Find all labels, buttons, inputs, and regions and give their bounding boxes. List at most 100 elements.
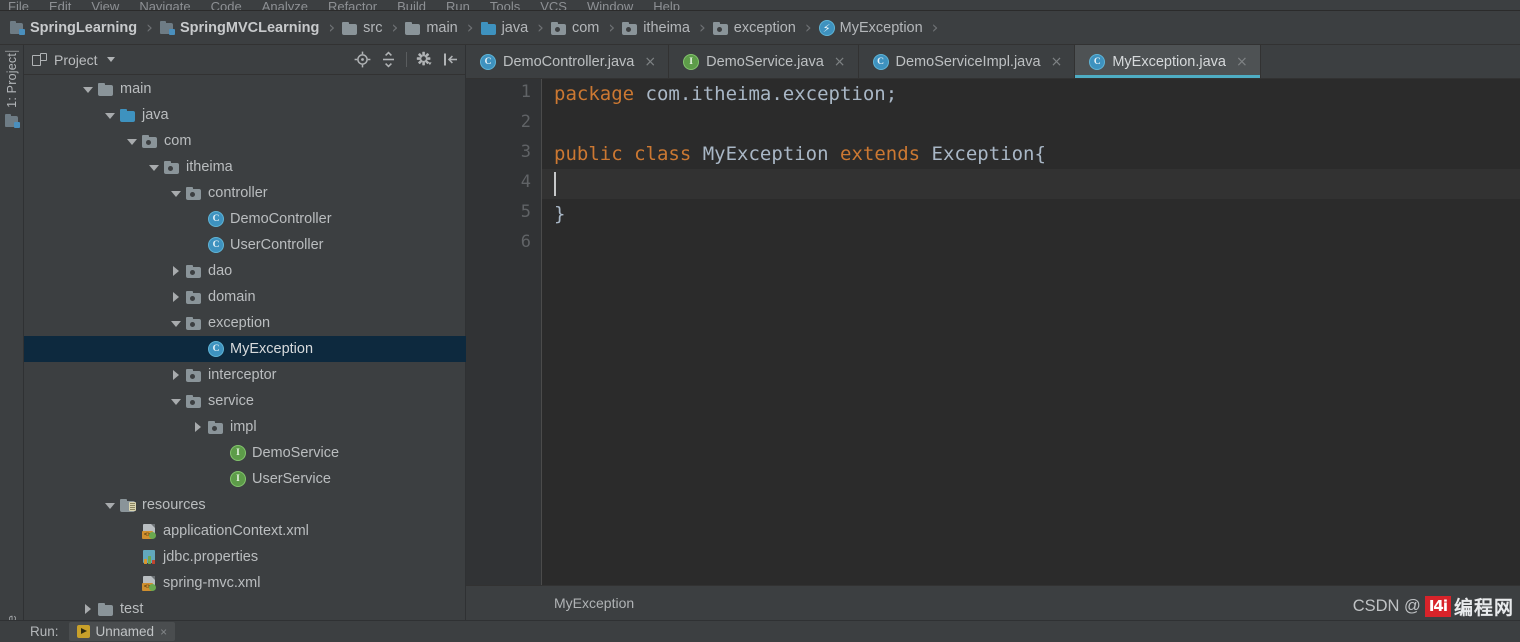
line-number: 5 [520, 202, 531, 222]
breadcrumb-item-src[interactable]: src [340, 12, 384, 44]
editor-footer-breadcrumb[interactable]: MyException [554, 595, 634, 611]
tree-node[interactable]: I UserService [24, 466, 466, 492]
chevron-right-icon[interactable] [192, 421, 204, 433]
tree-node[interactable]: exception [24, 310, 466, 336]
breadcrumb-item-label: exception [733, 20, 796, 36]
menu-item-help[interactable]: Help [653, 0, 680, 10]
chevron-down-icon[interactable] [126, 135, 138, 147]
close-icon[interactable]: × [834, 55, 846, 69]
menu-item-run[interactable]: Run [446, 0, 470, 10]
editor-tab-demoservice[interactable]: I DemoService.java × [669, 45, 859, 78]
breadcrumb-item-itheima[interactable]: itheima [620, 12, 692, 44]
code-lines[interactable]: package com.itheima.exception; public cla… [542, 79, 1520, 585]
code-line[interactable]: public class MyException extends Excepti… [542, 139, 1520, 169]
tree-node[interactable]: main [24, 76, 466, 102]
close-icon[interactable]: × [1236, 55, 1248, 69]
tree-node[interactable]: <> spring-mvc.xml [24, 570, 466, 596]
tree-node[interactable]: resources [24, 492, 466, 518]
code-line[interactable]: } [542, 199, 1520, 229]
settings-gear-icon[interactable] [416, 51, 433, 68]
line-number: 1 [520, 82, 531, 102]
chevron-right-icon[interactable] [82, 603, 94, 615]
breadcrumb-item-main[interactable]: main [403, 12, 459, 44]
tree-node[interactable]: java [24, 102, 466, 128]
menu-item-file[interactable]: File [8, 0, 29, 10]
intellij-window: File Edit View Navigate Code Analyze Refactor B… [0, 0, 1520, 642]
source-folder-icon [120, 108, 136, 122]
tree-node[interactable]: com [24, 128, 466, 154]
menu-item-refactor[interactable]: Refactor [328, 0, 377, 10]
close-icon[interactable]: × [160, 625, 167, 639]
locate-target-icon[interactable] [354, 51, 371, 68]
code-line[interactable] [542, 109, 1520, 139]
package-icon [208, 420, 224, 434]
line-number: 6 [520, 232, 531, 252]
code-line[interactable] [542, 169, 1520, 199]
breadcrumb-item-springlearning[interactable]: SpringLearning [8, 12, 139, 44]
tree-node[interactable]: jdbc.properties [24, 544, 466, 570]
chevron-down-icon[interactable] [170, 187, 182, 199]
tree-node[interactable]: dao [24, 258, 466, 284]
editor-tab-democontroller[interactable]: C DemoController.java × [466, 45, 670, 78]
tree-node[interactable]: C DemoController [24, 206, 466, 232]
tree-node[interactable]: I DemoService [24, 440, 466, 466]
chevron-right-icon[interactable] [170, 369, 182, 381]
chevron-down-icon[interactable] [106, 57, 115, 62]
chevron-down-icon[interactable] [170, 317, 182, 329]
chevron-down-icon[interactable] [104, 499, 116, 511]
chevron-down-icon[interactable] [170, 395, 182, 407]
folder-icon [405, 21, 421, 35]
breadcrumb-item-myexception[interactable]: ⚡ MyException [817, 12, 925, 44]
tree-node[interactable]: domain [24, 284, 466, 310]
breadcrumb-item-springmvclearning[interactable]: SpringMVCLearning [158, 12, 321, 44]
menu-item-code[interactable]: Code [211, 0, 242, 10]
menu-item-vcs[interactable]: VCS [540, 0, 567, 10]
menu-item-navigate[interactable]: Navigate [139, 0, 190, 10]
tree-node[interactable]: itheima [24, 154, 466, 180]
interface-icon: I [230, 471, 246, 487]
editor-tab-myexception[interactable]: C MyException.java × [1075, 45, 1261, 78]
menu-item-edit[interactable]: Edit [49, 0, 71, 10]
breadcrumb-item-com[interactable]: com [549, 12, 601, 44]
tree-node-selected[interactable]: C MyException [24, 336, 466, 362]
code-editor[interactable]: 1 2 3 4 5 6 package com.itheima.exception; pub… [466, 79, 1520, 585]
menu-item-analyze[interactable]: Analyze [262, 0, 308, 10]
tree-node[interactable]: <> applicationContext.xml [24, 518, 466, 544]
folder-icon [98, 602, 114, 616]
editor-tab-demoserviceimpl[interactable]: C DemoServiceImpl.java × [859, 45, 1076, 78]
chevron-right-icon[interactable] [170, 291, 182, 303]
tree-node[interactable]: controller [24, 180, 466, 206]
editor-gutter[interactable]: 1 2 3 4 5 6 [466, 79, 542, 585]
close-icon[interactable]: × [1051, 55, 1063, 69]
chevron-right-icon[interactable] [170, 265, 182, 277]
tree-node[interactable]: impl [24, 414, 466, 440]
menu-item-build[interactable]: Build [397, 0, 426, 10]
project-tree[interactable]: main java com itheima controller C DemoControl… [24, 76, 466, 620]
chevron-down-icon[interactable] [82, 83, 94, 95]
hide-panel-icon[interactable] [442, 51, 459, 68]
code-line[interactable] [542, 229, 1520, 259]
breadcrumb-item-java[interactable]: java [479, 12, 531, 44]
menu-item-tools[interactable]: Tools [490, 0, 520, 10]
breadcrumb-item-exception[interactable]: exception [711, 12, 798, 44]
tool-window-button-project[interactable]: 1: Project [0, 51, 24, 128]
breadcrumb-separator: › [466, 18, 474, 38]
collapse-all-icon[interactable] [380, 51, 397, 68]
menu-item-view[interactable]: View [91, 0, 119, 10]
tree-node[interactable]: test [24, 596, 466, 620]
breadcrumb-separator: › [537, 18, 544, 38]
run-configuration-tab[interactable]: Unnamed × [68, 622, 176, 641]
menu-item-window[interactable]: Window [587, 0, 633, 10]
tree-node[interactable]: interceptor [24, 362, 466, 388]
chevron-down-icon[interactable] [104, 109, 116, 121]
code-line[interactable]: package com.itheima.exception; [542, 79, 1520, 109]
tree-node[interactable]: C UserController [24, 232, 466, 258]
tree-node-label: controller [208, 185, 268, 201]
chevron-down-icon[interactable] [148, 161, 160, 173]
tree-node[interactable]: service [24, 388, 466, 414]
close-icon[interactable]: × [644, 55, 656, 69]
project-icon [4, 113, 20, 128]
